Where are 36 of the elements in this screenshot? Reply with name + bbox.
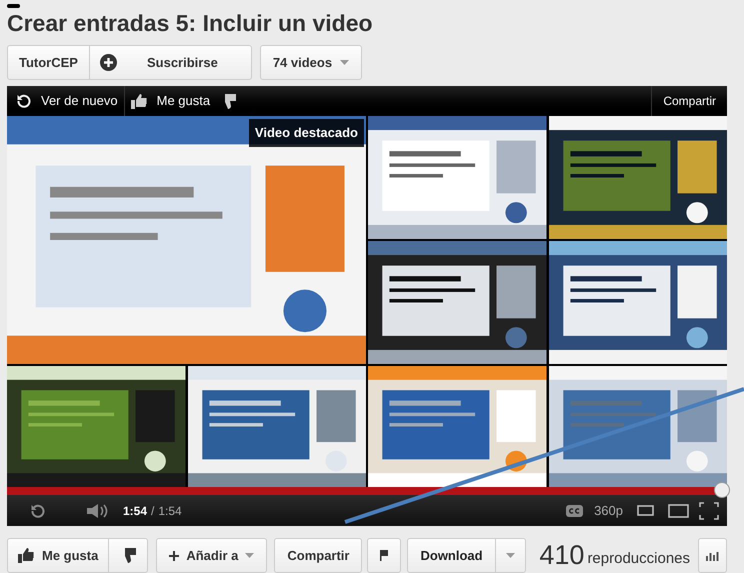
replay-icon[interactable] bbox=[31, 504, 45, 518]
view-count-label: reproducciones bbox=[587, 549, 690, 570]
flag-icon bbox=[380, 550, 388, 561]
plus-icon bbox=[169, 550, 180, 560]
share-button[interactable]: Compartir bbox=[274, 538, 362, 573]
current-time: 1:54 bbox=[123, 502, 148, 520]
channel-link[interactable]: TutorCEP bbox=[8, 46, 90, 79]
like-button[interactable]: Me gusta bbox=[8, 539, 110, 572]
thumbs-up-icon bbox=[130, 94, 147, 108]
time-separator: / bbox=[151, 502, 154, 520]
quality-button[interactable]: 360p bbox=[594, 500, 623, 520]
videos-dropdown[interactable]: 74 videos bbox=[260, 45, 362, 80]
thumbs-up-icon bbox=[18, 548, 34, 563]
fullscreen-icon[interactable] bbox=[699, 502, 719, 520]
flag-button[interactable] bbox=[367, 538, 402, 573]
total-time: 1:54 bbox=[158, 502, 182, 520]
featured-video-label: Video destacado bbox=[248, 119, 364, 146]
replay-icon bbox=[17, 94, 31, 108]
captions-icon[interactable] bbox=[566, 504, 584, 516]
progress-handle[interactable] bbox=[714, 482, 730, 498]
small-player-icon[interactable] bbox=[637, 505, 654, 516]
replay-button[interactable]: Ver de nuevo bbox=[7, 86, 124, 116]
bar-chart-icon bbox=[706, 550, 719, 560]
view-count: 410 bbox=[539, 542, 584, 569]
statistics-button[interactable] bbox=[698, 538, 727, 573]
video-title: Crear entradas 5: Incluir un video bbox=[7, 10, 374, 36]
caret-icon bbox=[506, 553, 515, 558]
large-player-icon[interactable] bbox=[668, 504, 689, 518]
plus-icon bbox=[100, 54, 117, 71]
add-to-button[interactable]: Añadir a bbox=[156, 538, 268, 573]
caret-icon bbox=[245, 553, 254, 558]
caret-icon bbox=[340, 60, 350, 65]
download-button[interactable]: Download bbox=[408, 539, 496, 572]
volume-icon[interactable] bbox=[87, 504, 109, 518]
cut-off-mark bbox=[7, 4, 20, 8]
subscribe-button[interactable]: Suscribirse bbox=[90, 46, 251, 79]
